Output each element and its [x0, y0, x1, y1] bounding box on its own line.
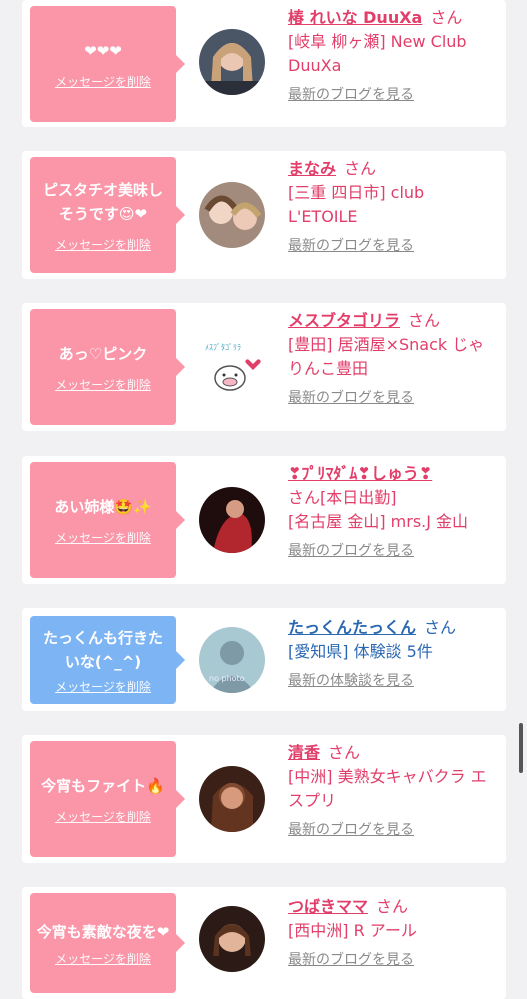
profile-name-link[interactable]: メスブタゴリラ — [288, 311, 400, 330]
message-bubble: あい姉様🤩✨ メッセージを削除 — [30, 462, 185, 578]
delete-message-link[interactable]: メッセージを削除 — [55, 808, 151, 825]
shop-info: [名古屋 金山] mrs.J 金山 — [288, 512, 469, 531]
message-text: ❤❤❤ — [84, 41, 122, 60]
delete-message-link[interactable]: メッセージを削除 — [55, 678, 151, 695]
latest-blog-link[interactable]: 最新のブログを見る — [288, 84, 414, 104]
message-card: ピスタチオ美味しそうです😍❤ メッセージを削除 まなみ さん [三重 四日市] c… — [22, 151, 506, 279]
profile-info: メスブタゴリラ さん [豊田] 居酒屋×Snack じゃりんこ豊田 最新のブログを… — [288, 309, 498, 407]
shop-info: [岐阜 柳ヶ瀬] New Club DuuXa — [288, 32, 467, 75]
latest-blog-link[interactable]: 最新のブログを見る — [288, 387, 414, 407]
svg-text:ﾒｽﾌﾞﾀｺﾞﾘﾗ: ﾒｽﾌﾞﾀｺﾞﾘﾗ — [205, 343, 241, 352]
honorific: さん — [328, 743, 361, 762]
avatar[interactable]: ﾒｽﾌﾞﾀｺﾞﾘﾗ — [199, 334, 265, 400]
message-card: 今宵も素敵な夜を❤ メッセージを削除 つばきママ さん [西中洲] R アール 最… — [22, 887, 506, 999]
message-card: 今宵もファイト🔥 メッセージを削除 清香 さん [中洲] 美熟女キャバクラ エスプ… — [22, 735, 506, 863]
honorific: さん — [344, 159, 377, 178]
profile-name-link[interactable]: ❣ﾌﾟﾘﾏﾀﾞﾑ❣しゅう❣ — [288, 464, 432, 483]
svg-text:no photo: no photo — [209, 674, 245, 683]
shop-info: [三重 四日市] club L'ETOILE — [288, 183, 425, 226]
avatar[interactable] — [199, 29, 265, 95]
avatar[interactable] — [199, 487, 265, 553]
avatar[interactable] — [199, 766, 265, 832]
message-card: あい姉様🤩✨ メッセージを削除 ❣ﾌﾟﾘﾏﾀﾞﾑ❣しゅう❣ さん[本日出勤] [… — [22, 456, 506, 584]
delete-message-link[interactable]: メッセージを削除 — [55, 236, 151, 253]
message-card: あっ♡ピンク メッセージを削除 ﾒｽﾌﾞﾀｺﾞﾘﾗ メスブタゴリラ さん [豊田]… — [22, 303, 506, 431]
avatar[interactable] — [199, 906, 265, 972]
delete-message-link[interactable]: メッセージを削除 — [55, 529, 151, 546]
shop-info: [愛知県] 体験談 5件 — [288, 642, 433, 661]
latest-blog-link[interactable]: 最新のブログを見る — [288, 819, 414, 839]
message-card: ❤❤❤ メッセージを削除 椿 れいな DuuXa さん [岐阜 柳ヶ瀬] New … — [22, 0, 506, 127]
profile-info: ❣ﾌﾟﾘﾏﾀﾞﾑ❣しゅう❣ さん[本日出勤] [名古屋 金山] mrs.J 金山… — [288, 462, 498, 560]
message-text: 今宵もファイト🔥 — [41, 776, 165, 795]
scrollbar[interactable] — [519, 723, 523, 773]
profile-name-link[interactable]: 清香 — [288, 743, 320, 762]
message-bubble: たっくんも行きたいな(^_^) メッセージを削除 — [30, 616, 185, 704]
profile-name-link[interactable]: 椿 れいな DuuXa — [288, 8, 422, 27]
honorific: さん[本日出勤] — [288, 488, 397, 507]
delete-message-link[interactable]: メッセージを削除 — [55, 950, 151, 967]
delete-message-link[interactable]: メッセージを削除 — [55, 73, 151, 90]
shop-info: [西中洲] R アール — [288, 921, 417, 940]
message-bubble: あっ♡ピンク メッセージを削除 — [30, 309, 185, 425]
profile-info: まなみ さん [三重 四日市] club L'ETOILE 最新のブログを見る — [288, 157, 498, 255]
profile-name-link[interactable]: たっくんたっくん — [288, 618, 416, 637]
honorific: さん — [408, 311, 441, 330]
avatar[interactable] — [199, 182, 265, 248]
profile-info: 清香 さん [中洲] 美熟女キャバクラ エスプリ 最新のブログを見る — [288, 741, 498, 839]
profile-name-link[interactable]: まなみ — [288, 159, 336, 178]
message-bubble: 今宵も素敵な夜を❤ メッセージを削除 — [30, 893, 185, 993]
message-bubble: 今宵もファイト🔥 メッセージを削除 — [30, 741, 185, 857]
profile-info: つばきママ さん [西中洲] R アール 最新のブログを見る — [288, 895, 498, 969]
latest-review-link[interactable]: 最新の体験談を見る — [288, 670, 414, 690]
honorific: さん — [424, 618, 457, 637]
latest-blog-link[interactable]: 最新のブログを見る — [288, 235, 414, 255]
avatar[interactable]: no photo — [199, 627, 265, 693]
profile-name-link[interactable]: つばきママ — [288, 897, 368, 916]
profile-info: たっくんたっくん さん [愛知県] 体験談 5件 最新の体験談を見る — [288, 616, 498, 690]
honorific: さん — [430, 8, 463, 27]
message-text: たっくんも行きたいな(^_^) — [42, 628, 163, 671]
profile-info: 椿 れいな DuuXa さん [岐阜 柳ヶ瀬] New Club DuuXa 最新… — [288, 6, 498, 104]
message-bubble: ピスタチオ美味しそうです😍❤ メッセージを削除 — [30, 157, 185, 273]
message-text: あっ♡ピンク — [58, 344, 148, 363]
honorific: さん — [376, 897, 409, 916]
message-bubble: ❤❤❤ メッセージを削除 — [30, 6, 185, 122]
latest-blog-link[interactable]: 最新のブログを見る — [288, 540, 414, 560]
message-text: 今宵も素敵な夜を❤ — [36, 922, 170, 941]
message-text: あい姉様🤩✨ — [54, 497, 152, 516]
shop-info: [豊田] 居酒屋×Snack じゃりんこ豊田 — [288, 335, 485, 378]
message-card: たっくんも行きたいな(^_^) メッセージを削除 no photo たっくんたっ… — [22, 608, 506, 711]
shop-info: [中洲] 美熟女キャバクラ エスプリ — [288, 767, 487, 810]
latest-blog-link[interactable]: 最新のブログを見る — [288, 949, 414, 969]
delete-message-link[interactable]: メッセージを削除 — [55, 376, 151, 393]
message-text: ピスタチオ美味しそうです😍❤ — [42, 180, 163, 223]
